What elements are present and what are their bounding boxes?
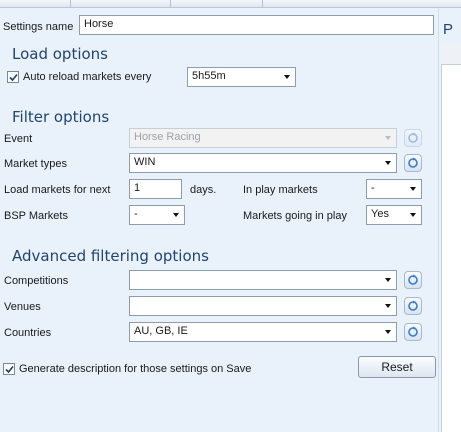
chevron-down-icon — [385, 304, 391, 308]
competitions-refresh-button[interactable] — [404, 271, 422, 289]
refresh-icon — [408, 274, 418, 285]
bsp-markets-value: - — [134, 208, 138, 220]
refresh-icon — [408, 132, 418, 143]
in-play-select[interactable]: - — [366, 179, 422, 199]
competitions-select[interactable] — [129, 270, 397, 290]
load-options-title: Load options — [12, 45, 108, 63]
generate-description-checkbox[interactable] — [3, 363, 15, 375]
venues-refresh-button[interactable] — [404, 297, 422, 315]
market-types-value: WIN — [134, 156, 156, 168]
countries-value: AU, GB, IE — [134, 325, 188, 337]
venues-label: Venues — [4, 301, 41, 313]
reset-button[interactable]: Reset — [358, 356, 436, 378]
panel-divider — [438, 8, 439, 432]
chevron-down-icon — [385, 161, 391, 165]
settings-name-input[interactable]: Horse — [79, 15, 434, 35]
event-value: Horse Racing — [134, 131, 201, 143]
event-select[interactable]: Horse Racing — [129, 128, 397, 148]
filter-options-title: Filter options — [12, 108, 110, 126]
days-label: days. — [190, 184, 217, 196]
auto-reload-checkbox[interactable] — [7, 71, 19, 83]
competitions-label: Competitions — [4, 275, 69, 287]
countries-select[interactable]: AU, GB, IE — [129, 322, 397, 342]
load-next-label: Load markets for next — [4, 184, 111, 196]
going-in-play-select[interactable]: Yes — [366, 205, 422, 225]
checkmark-icon — [5, 365, 14, 374]
market-types-label: Market types — [4, 158, 67, 170]
right-panel-title: P — [443, 21, 454, 38]
right-panel-header-strip — [441, 44, 461, 65]
refresh-icon — [408, 300, 418, 311]
refresh-icon — [408, 157, 418, 168]
reload-interval-value: 5h55m — [192, 70, 226, 82]
chevron-down-icon — [385, 136, 391, 140]
chevron-down-icon — [173, 213, 179, 217]
refresh-icon — [408, 326, 418, 337]
generate-description-label: Generate description for those settings … — [19, 363, 252, 375]
countries-label: Countries — [4, 327, 52, 339]
market-types-refresh-button[interactable] — [404, 154, 422, 172]
toolbar-separator — [170, 0, 171, 7]
countries-refresh-button[interactable] — [404, 323, 422, 341]
checkmark-icon — [9, 73, 18, 82]
advanced-filtering-title: Advanced filtering options — [12, 247, 209, 265]
bsp-markets-label: BSP Markets — [4, 210, 68, 222]
chevron-down-icon — [385, 278, 391, 282]
chevron-down-icon — [385, 330, 391, 334]
toolbar-separator — [70, 0, 71, 7]
going-in-play-label: Markets going in play — [243, 210, 347, 222]
toolbar-separator — [262, 0, 263, 7]
settings-name-label: Settings name — [3, 21, 74, 33]
in-play-value: - — [371, 182, 375, 194]
toolbar — [0, 0, 461, 8]
in-play-label: In play markets — [243, 184, 318, 196]
reload-interval-select[interactable]: 5h55m — [187, 67, 296, 87]
chevron-down-icon — [284, 75, 290, 79]
venues-select[interactable] — [129, 296, 397, 316]
right-panel — [441, 44, 461, 432]
event-label: Event — [4, 133, 33, 145]
event-refresh-button[interactable] — [404, 129, 422, 147]
chevron-down-icon — [410, 213, 416, 217]
auto-reload-label: Auto reload markets every — [23, 71, 152, 83]
load-next-input[interactable]: 1 — [129, 179, 182, 199]
bsp-markets-select[interactable]: - — [129, 205, 185, 225]
going-in-play-value: Yes — [371, 208, 389, 220]
chevron-down-icon — [410, 187, 416, 191]
market-types-select[interactable]: WIN — [129, 153, 397, 173]
